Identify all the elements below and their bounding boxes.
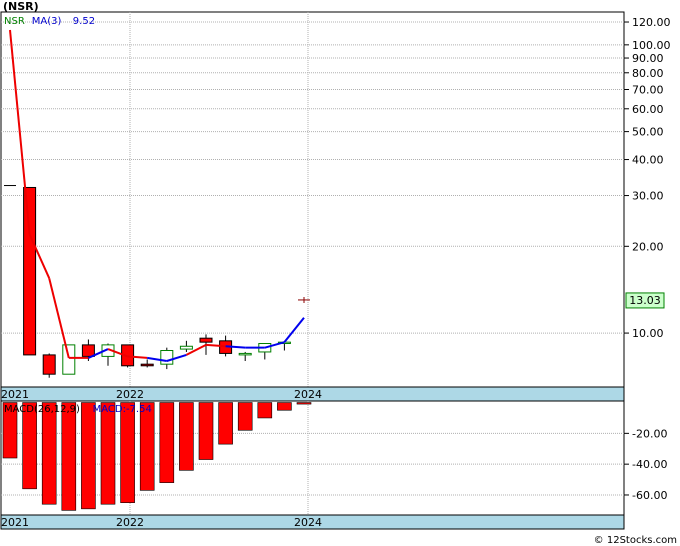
macd-bar (139, 402, 155, 491)
price-tick-label: 20.00 (632, 240, 664, 253)
macd-date-label: 2021 (1, 516, 29, 529)
macd-date-label: 2024 (294, 516, 322, 529)
candle-body-up (62, 344, 76, 375)
ma-line-segment (205, 343, 226, 348)
ma-line-segment (225, 345, 246, 349)
stock-chart: 10.00 20.00 30.00 40.00 50.00 60.00 70.00 80.00… (0, 0, 677, 546)
current-price-badge: 13.03 (625, 292, 665, 309)
macd-panel: -20.00 -40.00 -60.00 2021 2022 2024 (0, 400, 667, 530)
chart-title: (NSR) (3, 0, 39, 13)
candle-body-down (42, 354, 56, 375)
macd-tick-label: -20.00 (632, 427, 667, 440)
macd-date-label: 2022 (116, 516, 144, 529)
macd-bar (120, 402, 135, 503)
footer-credit: © 12Stocks.com (594, 535, 677, 546)
price-tick-label: 80.00 (632, 67, 664, 80)
macd-bar (198, 402, 214, 460)
macd-legend: MACD(26,12,9) MACD:-7.54 (4, 404, 152, 415)
price-date-label: 2021 (1, 388, 29, 401)
macd-bar (22, 402, 37, 490)
macd-bar (218, 402, 233, 445)
macd-bar (179, 402, 194, 471)
price-legend-item: 9.52 (73, 16, 95, 27)
macd-bar (41, 402, 57, 505)
macd-bar (237, 402, 253, 431)
macd-bar (277, 402, 292, 411)
candlestick (62, 344, 76, 375)
current-price-label: 13.03 (629, 294, 661, 307)
macd-bar (159, 402, 175, 483)
macd-bar (81, 402, 96, 510)
macd-bar (61, 402, 77, 511)
price-tick-label: 100.00 (632, 39, 671, 52)
price-tick-label: 10.00 (632, 327, 664, 340)
macd-bar (100, 402, 116, 505)
macd-bar (257, 402, 273, 419)
price-tick-label: 120.00 (632, 16, 671, 29)
price-legend: NSR MA(3) 9.52 (4, 16, 95, 27)
candle-body-down (199, 337, 213, 343)
macd-legend-item: MACD:-7.54 (93, 404, 152, 415)
macd-tick-label: -60.00 (632, 489, 667, 502)
price-date-label: 2024 (294, 388, 322, 401)
price-tick-label: 40.00 (632, 154, 664, 167)
candle-body-up (179, 345, 193, 350)
candle-body-up (238, 352, 252, 356)
price-tick-label: 90.00 (632, 52, 664, 65)
candle-body-down (23, 186, 37, 356)
price-date-label: 2022 (116, 388, 144, 401)
price-legend-item: MA(3) (32, 16, 62, 27)
macd-tick-label: -40.00 (632, 458, 667, 471)
candlestick (23, 186, 37, 356)
price-tick-label: 30.00 (632, 190, 664, 203)
price-panel-frame (0, 11, 625, 388)
price-panel: 10.00 20.00 30.00 40.00 50.00 60.00 70.00 80.00… (0, 11, 671, 402)
price-tick-label: 60.00 (632, 103, 664, 116)
macd-bar (296, 402, 312, 405)
macd-legend-item: MACD(26,12,9) (4, 404, 80, 415)
candle-body-down (140, 363, 154, 367)
price-tick-label: 50.00 (632, 126, 664, 139)
candlestick (42, 353, 56, 378)
price-legend-item: NSR (4, 16, 25, 27)
candle-body-up (160, 350, 174, 365)
price-tick-label: 70.00 (632, 83, 664, 96)
candle-body-down (81, 344, 95, 357)
